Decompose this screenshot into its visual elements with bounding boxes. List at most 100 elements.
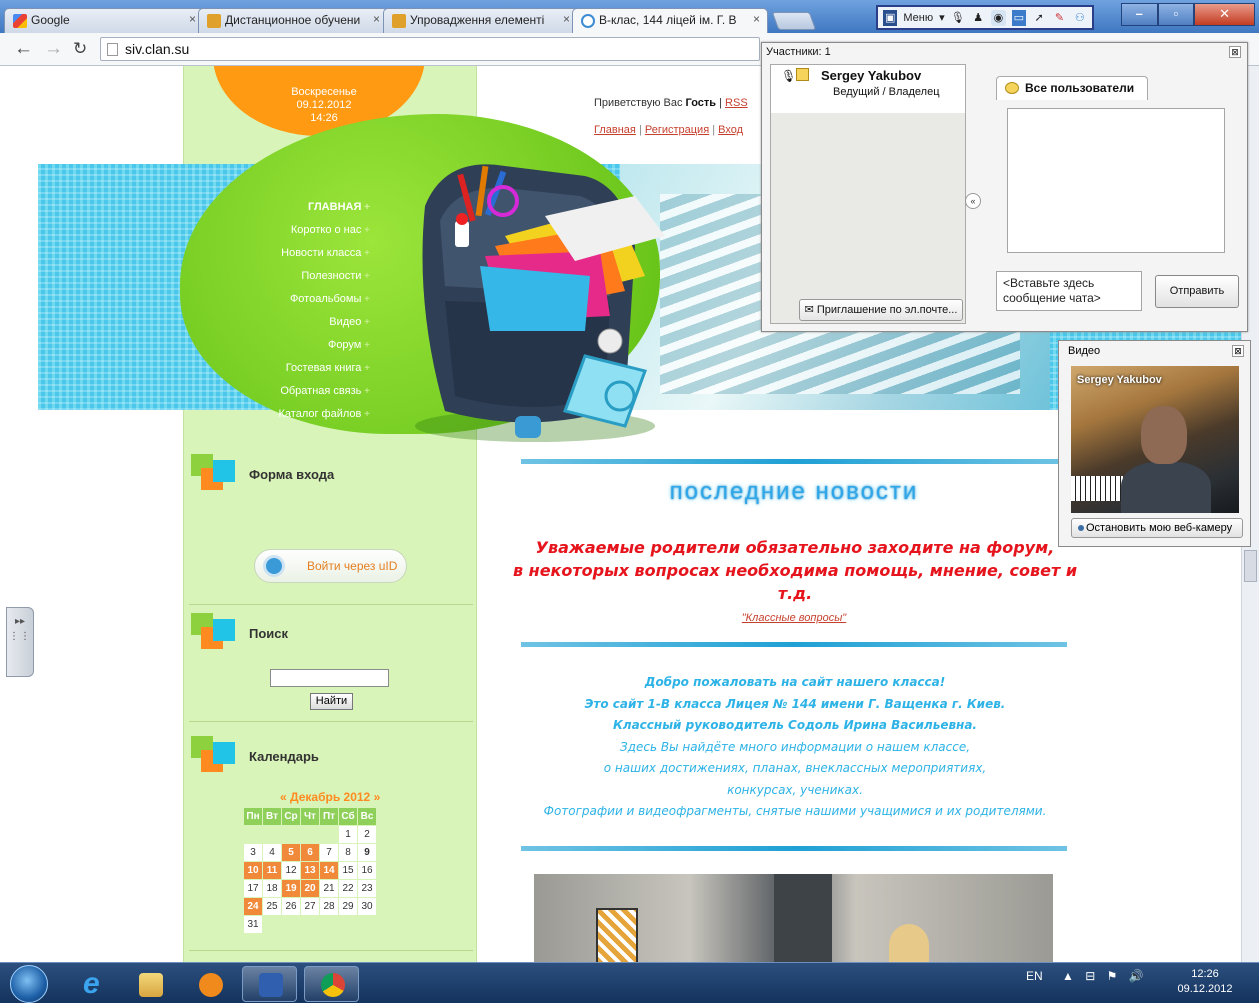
chat-tab-all-users[interactable]: Все пользователи bbox=[996, 76, 1148, 100]
share-screen-icon[interactable]: ▭ bbox=[1011, 9, 1026, 26]
back-arrow-icon[interactable]: ← bbox=[14, 38, 33, 60]
flag-icon[interactable]: ⚑ bbox=[1107, 969, 1118, 983]
tab-distance-learning[interactable]: Дистанционное обучени × bbox=[198, 8, 388, 33]
clock[interactable]: 12:26 09.12.2012 bbox=[1170, 967, 1240, 997]
person-icon[interactable]: ♟ bbox=[971, 10, 985, 26]
calendar-day: 7 bbox=[319, 843, 339, 862]
invite-email-button[interactable]: ✉ Приглашение по эл.почте... bbox=[799, 299, 963, 321]
taskbar-word[interactable] bbox=[242, 966, 297, 1002]
taskbar-ie[interactable]: e bbox=[66, 966, 121, 1002]
calendar-day: 26 bbox=[281, 897, 301, 916]
calendar-day[interactable]: 20 bbox=[300, 879, 320, 898]
network-icon[interactable]: ⊟ bbox=[1085, 969, 1095, 983]
calendar-empty-cell bbox=[282, 916, 301, 934]
close-tab-icon[interactable]: × bbox=[753, 12, 760, 26]
rss-link[interactable]: RSS bbox=[725, 97, 748, 109]
scrollbar-thumb[interactable] bbox=[1244, 550, 1257, 582]
calendar-day[interactable]: 24 bbox=[243, 897, 263, 916]
welcome-line: Добро пожаловать на сайт нашего класса! bbox=[644, 675, 946, 689]
close-tab-icon[interactable]: × bbox=[563, 12, 570, 26]
block-decoration-icon bbox=[191, 613, 239, 653]
reload-icon[interactable]: ↻ bbox=[73, 39, 87, 59]
calendar-day: 4 bbox=[262, 843, 282, 862]
url-text: siv.clan.su bbox=[125, 41, 190, 57]
calendar-day[interactable]: 10 bbox=[243, 861, 263, 880]
volume-icon[interactable]: 🔊 bbox=[1129, 969, 1144, 983]
close-tab-icon[interactable]: × bbox=[373, 12, 380, 26]
annotate-icon[interactable]: ✎ bbox=[1052, 10, 1066, 26]
uid-login-button[interactable]: Войти через uID bbox=[254, 549, 407, 583]
tab-google[interactable]: Google × bbox=[4, 8, 204, 33]
menu-item-about[interactable]: Коротко о нас bbox=[190, 219, 376, 242]
menu-item-feedback[interactable]: Обратная связь bbox=[190, 380, 376, 403]
tab-class-site[interactable]: В-клас, 144 ліцей ім. Г. В × bbox=[572, 8, 768, 33]
collapse-chat-icon[interactable]: « bbox=[965, 193, 981, 209]
ie-icon: e bbox=[83, 967, 100, 1000]
date-date: 09.12.2012 bbox=[296, 99, 352, 111]
register-link[interactable]: Регистрация bbox=[645, 124, 709, 136]
microphone-icon[interactable]: 🎙 bbox=[951, 10, 965, 26]
search-input[interactable] bbox=[270, 669, 389, 687]
close-tab-icon[interactable]: × bbox=[189, 12, 196, 26]
news-title: последние новости bbox=[669, 478, 919, 505]
menu-item-useful[interactable]: Полезности bbox=[190, 265, 376, 288]
grip-icon: ⋮⋮ bbox=[9, 631, 31, 642]
calendar-day[interactable]: 13 bbox=[300, 861, 320, 880]
menu-item-video[interactable]: Видео bbox=[190, 311, 376, 334]
menu-item-files[interactable]: Каталог файлов bbox=[190, 403, 376, 426]
menu-item-guestbook[interactable]: Гостевая книга bbox=[190, 357, 376, 380]
url-input[interactable]: siv.clan.su bbox=[100, 37, 760, 61]
minimize-icon[interactable]: – bbox=[1121, 3, 1158, 26]
taskbar-chrome[interactable] bbox=[304, 966, 359, 1002]
close-panel-icon[interactable]: ⊠ bbox=[1232, 345, 1244, 357]
login-link[interactable]: Вход bbox=[718, 124, 743, 136]
class-questions-link[interactable]: "Классные вопросы" bbox=[742, 612, 846, 624]
side-panel-handle[interactable]: ▸▸ ⋮⋮ bbox=[6, 607, 34, 677]
calendar-day[interactable]: 6 bbox=[300, 843, 320, 862]
participants-icon[interactable]: ⚇ bbox=[1073, 10, 1087, 26]
stop-webcam-button[interactable]: Остановить мою веб-камеру bbox=[1071, 518, 1243, 538]
chat-tab-label: Все пользователи bbox=[1025, 81, 1135, 95]
calendar-prev[interactable]: « bbox=[280, 790, 287, 804]
close-window-icon[interactable]: ✕ bbox=[1194, 3, 1255, 26]
taskbar-media[interactable] bbox=[182, 966, 237, 1002]
search-button[interactable]: Найти bbox=[310, 693, 353, 710]
calendar-empty-cell bbox=[282, 826, 301, 844]
clock-time: 12:26 bbox=[1191, 968, 1219, 980]
start-button[interactable] bbox=[10, 965, 48, 1003]
language-indicator[interactable]: EN bbox=[1026, 969, 1043, 983]
chat-messages-area bbox=[1007, 108, 1225, 253]
taskbar-explorer[interactable] bbox=[122, 966, 177, 1002]
maximize-icon[interactable]: ▫ bbox=[1157, 3, 1195, 26]
forward-arrow-icon[interactable]: → bbox=[44, 38, 63, 60]
menu-item-home[interactable]: Главная bbox=[190, 196, 376, 219]
webcam-icon[interactable]: ◉ bbox=[991, 9, 1006, 26]
tray-arrow-icon[interactable]: ▲ bbox=[1062, 969, 1074, 983]
calendar-day: 2 bbox=[357, 825, 377, 844]
tab-implementation[interactable]: Упровадження елементі × bbox=[383, 8, 578, 33]
ucoz-favicon-icon bbox=[207, 14, 221, 28]
date-time: 14:26 bbox=[310, 112, 338, 124]
menu-item-albums[interactable]: Фотоальбомы bbox=[190, 288, 376, 311]
menu-item-forum[interactable]: Форум bbox=[190, 334, 376, 357]
chat-placeholder: <Вставьте здесь bbox=[1003, 276, 1095, 290]
calendar-next[interactable]: » bbox=[374, 790, 381, 804]
participant-row[interactable]: 🎙 Sergey Yakubov Ведущий / Владелец bbox=[771, 65, 965, 113]
new-tab-button[interactable] bbox=[771, 12, 817, 30]
calendar-day[interactable]: 14 bbox=[319, 861, 339, 880]
participants-title: Участники: 1 bbox=[766, 46, 831, 58]
home-link[interactable]: Главная bbox=[594, 124, 636, 136]
calendar-day[interactable]: 5 bbox=[281, 843, 301, 862]
pointer-icon[interactable]: ➚ bbox=[1032, 10, 1046, 26]
chevron-down-icon[interactable]: ▾ bbox=[939, 11, 945, 24]
divider-rule bbox=[521, 846, 1067, 851]
send-button[interactable]: Отправить bbox=[1155, 275, 1239, 308]
webinar-menu[interactable]: Меню bbox=[903, 12, 933, 24]
calendar-day[interactable]: 11 bbox=[262, 861, 282, 880]
calendar-block-title: Календарь bbox=[249, 749, 319, 764]
calendar-day[interactable]: 19 bbox=[281, 879, 301, 898]
menu-item-news[interactable]: Новости класса bbox=[190, 242, 376, 265]
chat-message-input[interactable]: <Вставьте здесь сообщение чата> bbox=[996, 271, 1142, 311]
chrome-icon bbox=[321, 973, 345, 997]
calendar-day: 22 bbox=[338, 879, 358, 898]
